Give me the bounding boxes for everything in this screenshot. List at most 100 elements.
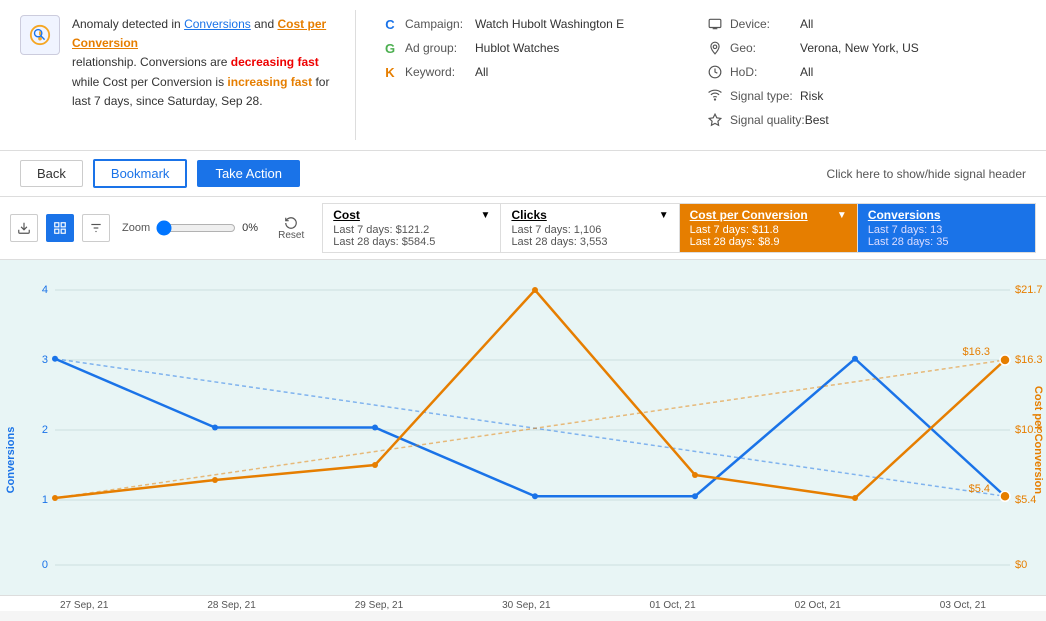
reset-button[interactable]: Reset [278,216,304,241]
conv-last28: Last 28 days: 35 [868,236,1025,248]
chart-toolbar: Zoom 0% Reset Cost ▼ Last 7 days: $121.2… [0,197,1046,260]
x-label-5: 02 Oct, 21 [795,600,841,611]
campaign-value: Watch Hubolt Washington E [475,17,624,31]
signal-type-value: Risk [800,89,823,103]
geo-icon [706,39,724,57]
svg-text:$5.4: $5.4 [1015,494,1036,506]
adgroup-value: Hublot Watches [475,41,559,55]
export-icon[interactable] [10,214,38,242]
geo-label: Geo: [730,41,800,55]
svg-text:2: 2 [42,424,48,436]
meta-col-right: Device: All Geo: Verona, New York, US Ho… [696,15,1021,135]
svg-text:$0: $0 [1015,559,1027,571]
chart-wrapper: 4 3 2 1 0 $21.7 $16.3 $10.8 $5.4 $0 Conv… [0,260,1046,595]
keyword-row: K Keyword: All [381,63,686,81]
take-action-button[interactable]: Take Action [197,160,300,187]
cost-pill-arrow: ▼ [481,210,491,221]
hod-value: All [800,65,813,79]
grid-icon[interactable] [46,214,74,242]
zoom-section: Zoom 0% [122,220,266,236]
cost-pill[interactable]: Cost ▼ Last 7 days: $121.2 Last 28 days:… [322,203,500,253]
reset-label: Reset [278,230,304,241]
hod-icon [706,63,724,81]
increasing-text: increasing fast [227,75,312,89]
signal-quality-row: Signal quality: Best [706,111,1011,129]
meta-section: C Campaign: Watch Hubolt Washington E G … [356,10,1036,140]
x-label-2: 29 Sep, 21 [355,600,403,611]
svg-text:$16.3: $16.3 [1015,354,1043,366]
svg-text:$16.3: $16.3 [962,346,990,358]
signal-header-hint[interactable]: Click here to show/hide signal header [827,167,1026,181]
campaign-row: C Campaign: Watch Hubolt Washington E [381,15,686,33]
hod-label: HoD: [730,65,800,79]
anomaly-post: relationship. Conversions are [72,55,231,69]
x-label-0: 27 Sep, 21 [60,600,108,611]
anomaly-mid: and [251,17,278,31]
adgroup-label: Ad group: [405,41,475,55]
signal-type-label: Signal type: [730,89,800,103]
cost-last7: Last 7 days: $121.2 [333,224,490,236]
x-label-1: 28 Sep, 21 [207,600,255,611]
anomaly-section: Anomaly detected in Conversions and Cost… [10,10,356,140]
svg-text:$21.7: $21.7 [1015,284,1043,296]
cost-pill-label: Cost [333,208,360,222]
x-label-3: 30 Sep, 21 [502,600,550,611]
adgroup-icon: G [381,39,399,57]
top-panel: Anomaly detected in Conversions and Cost… [0,0,1046,151]
decreasing-text: decreasing fast [231,55,319,69]
x-label-4: 01 Oct, 21 [650,600,696,611]
back-button[interactable]: Back [20,160,83,187]
signal-type-icon [706,87,724,105]
action-bar: Back Bookmark Take Action Click here to … [0,151,1046,197]
signal-quality-value: Best [805,113,829,127]
conversions-link[interactable]: Conversions [184,17,251,31]
svg-text:$5.4: $5.4 [969,483,990,495]
campaign-icon: C [381,15,399,33]
zoom-label: Zoom [122,222,150,234]
keyword-icon: K [381,63,399,81]
anomaly-prefix: Anomaly detected in [72,17,184,31]
conv-pill-label: Conversions [868,208,941,222]
zoom-slider[interactable] [156,220,236,236]
signal-quality-label: Signal quality: [730,113,805,127]
chart-svg: 4 3 2 1 0 $21.7 $16.3 $10.8 $5.4 $0 Conv… [0,260,1046,595]
zoom-value: 0% [242,222,266,234]
svg-text:3: 3 [42,354,48,366]
x-axis: 27 Sep, 21 28 Sep, 21 29 Sep, 21 30 Sep,… [0,595,1046,611]
cpc-last7: Last 7 days: $11.8 [690,224,847,236]
geo-value: Verona, New York, US [800,41,919,55]
conv-last7: Last 7 days: 13 [868,224,1025,236]
adgroup-row: G Ad group: Hublot Watches [381,39,686,57]
svg-text:Cost per Conversion: Cost per Conversion [1032,386,1044,494]
cpc-last28: Last 28 days: $8.9 [690,236,847,248]
conversions-pill[interactable]: Conversions Last 7 days: 13 Last 28 days… [857,203,1036,253]
clicks-last7: Last 7 days: 1,106 [511,224,668,236]
anomaly-icon [20,15,60,55]
device-value: All [800,17,813,31]
clicks-pill-label: Clicks [511,208,546,222]
signal-type-row: Signal type: Risk [706,87,1011,105]
signal-quality-icon [706,111,724,129]
cost-per-conversion-pill[interactable]: Cost per Conversion ▼ Last 7 days: $11.8… [679,203,857,253]
bookmark-button[interactable]: Bookmark [93,159,188,188]
x-label-6: 03 Oct, 21 [940,600,986,611]
metric-pills: Cost ▼ Last 7 days: $121.2 Last 28 days:… [322,203,1036,253]
action-bar-left: Back Bookmark Take Action [20,159,300,188]
keyword-value: All [475,65,488,79]
filter-icon[interactable] [82,214,110,242]
device-label: Device: [730,17,800,31]
device-icon [706,15,724,33]
svg-text:Conversions: Conversions [5,427,17,494]
svg-text:1: 1 [42,494,48,506]
cost-last28: Last 28 days: $584.5 [333,236,490,248]
meta-col-left: C Campaign: Watch Hubolt Washington E G … [371,15,696,135]
geo-row: Geo: Verona, New York, US [706,39,1011,57]
clicks-pill[interactable]: Clicks ▼ Last 7 days: 1,106 Last 28 days… [500,203,678,253]
cpc-pill-arrow: ▼ [837,210,847,221]
device-row: Device: All [706,15,1011,33]
hod-row: HoD: All [706,63,1011,81]
anomaly2: while Cost per Conversion is [72,75,227,89]
campaign-label: Campaign: [405,17,475,31]
svg-text:0: 0 [42,559,48,571]
keyword-label: Keyword: [405,65,475,79]
